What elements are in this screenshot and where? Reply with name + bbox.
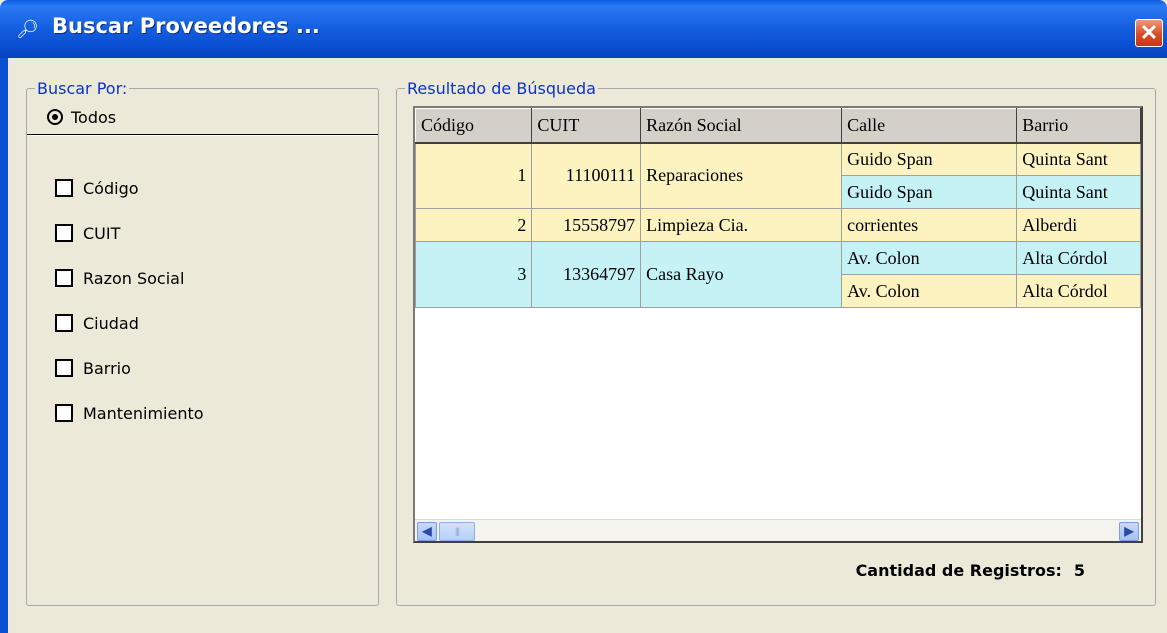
checkbox-razon-social[interactable]: Razon Social bbox=[55, 267, 184, 289]
cell-calle[interactable]: corrientes bbox=[841, 208, 1018, 242]
scroll-thumb[interactable]: ||| bbox=[439, 522, 475, 541]
cell-barrio[interactable]: Alta Córdol bbox=[1016, 241, 1141, 275]
checkbox-label: Mantenimiento bbox=[83, 403, 204, 423]
checkbox-icon[interactable] bbox=[55, 224, 73, 242]
cell-razon-social[interactable]: Reparaciones bbox=[640, 142, 843, 209]
search-by-group: Buscar Por: Todos Código CUIT Razon Soci… bbox=[26, 79, 379, 606]
checkbox-label: Razon Social bbox=[83, 268, 185, 288]
checkbox-mantenimiento[interactable]: Mantenimiento bbox=[55, 402, 204, 424]
radio-all[interactable]: Todos bbox=[47, 107, 116, 127]
checkbox-label: Código bbox=[83, 178, 139, 198]
record-count: Cantidad de Registros: 5 bbox=[856, 561, 1085, 580]
search-by-legend: Buscar Por: bbox=[35, 79, 130, 98]
window-frame bbox=[0, 58, 8, 633]
window-title: Buscar Proveedores ... bbox=[52, 14, 320, 38]
scroll-right-icon[interactable]: ▶ bbox=[1119, 522, 1139, 541]
checkbox-label: Ciudad bbox=[83, 313, 139, 333]
header-row: Código CUIT Razón Social Calle Barrio bbox=[415, 108, 1141, 144]
divider bbox=[27, 134, 378, 136]
table-row[interactable]: 3 13364797 Casa Rayo Av. Colon Alta Córd… bbox=[415, 241, 1141, 308]
checkbox-ciudad[interactable]: Ciudad bbox=[55, 312, 139, 334]
column-header-barrio[interactable]: Barrio bbox=[1016, 108, 1141, 144]
checkbox-icon[interactable] bbox=[55, 314, 73, 332]
checkbox-icon[interactable] bbox=[55, 269, 73, 287]
radio-all-label: Todos bbox=[71, 107, 117, 127]
column-header-calle[interactable]: Calle bbox=[841, 108, 1018, 144]
cell-codigo[interactable]: 1 bbox=[415, 142, 533, 209]
cell-cuit[interactable]: 13364797 bbox=[531, 241, 642, 308]
column-header-codigo[interactable]: Código bbox=[415, 108, 533, 144]
cell-barrio[interactable]: Quinta Sant bbox=[1016, 175, 1141, 209]
results-grid[interactable]: Código CUIT Razón Social Calle Barrio 1 … bbox=[413, 106, 1143, 543]
table-row[interactable]: 2 15558797 Limpieza Cia. corrientes Albe… bbox=[415, 208, 1141, 242]
cell-calle[interactable]: Guido Span bbox=[841, 142, 1018, 176]
cell-codigo[interactable]: 3 bbox=[415, 241, 533, 308]
radio-selected-icon[interactable] bbox=[47, 109, 63, 125]
record-count-value: 5 bbox=[1073, 561, 1085, 580]
results-table: Código CUIT Razón Social Calle Barrio 1 … bbox=[415, 108, 1141, 308]
results-legend: Resultado de Búsqueda bbox=[405, 79, 598, 98]
cell-cuit[interactable]: 15558797 bbox=[531, 208, 642, 242]
dialog-client: Buscar Por: Todos Código CUIT Razon Soci… bbox=[8, 58, 1167, 633]
cell-barrio[interactable]: Quinta Sant bbox=[1016, 142, 1141, 176]
column-header-cuit[interactable]: CUIT bbox=[531, 108, 642, 144]
cell-calle[interactable]: Guido Span bbox=[841, 175, 1018, 209]
checkbox-icon[interactable] bbox=[55, 404, 73, 422]
cell-cuit[interactable]: 11100111 bbox=[531, 142, 642, 209]
checkbox-barrio[interactable]: Barrio bbox=[55, 357, 131, 379]
column-header-razon-social[interactable]: Razón Social bbox=[640, 108, 843, 144]
close-button[interactable]: ✕ bbox=[1135, 19, 1163, 47]
checkbox-label: CUIT bbox=[83, 223, 121, 243]
cell-calle[interactable]: Av. Colon bbox=[841, 274, 1018, 308]
cell-codigo[interactable]: 2 bbox=[415, 208, 533, 242]
horizontal-scrollbar[interactable]: ◀ ||| ▶ bbox=[415, 519, 1141, 541]
checkbox-label: Barrio bbox=[83, 358, 131, 378]
magnifier-icon: 🔎︎ bbox=[16, 19, 39, 39]
cell-barrio[interactable]: Alta Córdol bbox=[1016, 274, 1141, 308]
cell-barrio[interactable]: Alberdi bbox=[1016, 208, 1141, 242]
checkbox-icon[interactable] bbox=[55, 359, 73, 377]
checkbox-icon[interactable] bbox=[55, 179, 73, 197]
title-bar: 🔎︎ Buscar Proveedores ... ✕ bbox=[0, 0, 1167, 58]
checkbox-codigo[interactable]: Código bbox=[55, 177, 139, 199]
table-row[interactable]: 1 11100111 Reparaciones Guido Span Quint… bbox=[415, 142, 1141, 209]
results-group: Resultado de Búsqueda Código CUIT Razón … bbox=[396, 79, 1156, 606]
cell-razon-social[interactable]: Casa Rayo bbox=[640, 241, 843, 308]
cell-calle[interactable]: Av. Colon bbox=[841, 241, 1018, 275]
checkbox-cuit[interactable]: CUIT bbox=[55, 222, 120, 244]
record-count-label: Cantidad de Registros: bbox=[855, 561, 1062, 580]
cell-razon-social[interactable]: Limpieza Cia. bbox=[640, 208, 843, 242]
scroll-left-icon[interactable]: ◀ bbox=[417, 522, 437, 541]
